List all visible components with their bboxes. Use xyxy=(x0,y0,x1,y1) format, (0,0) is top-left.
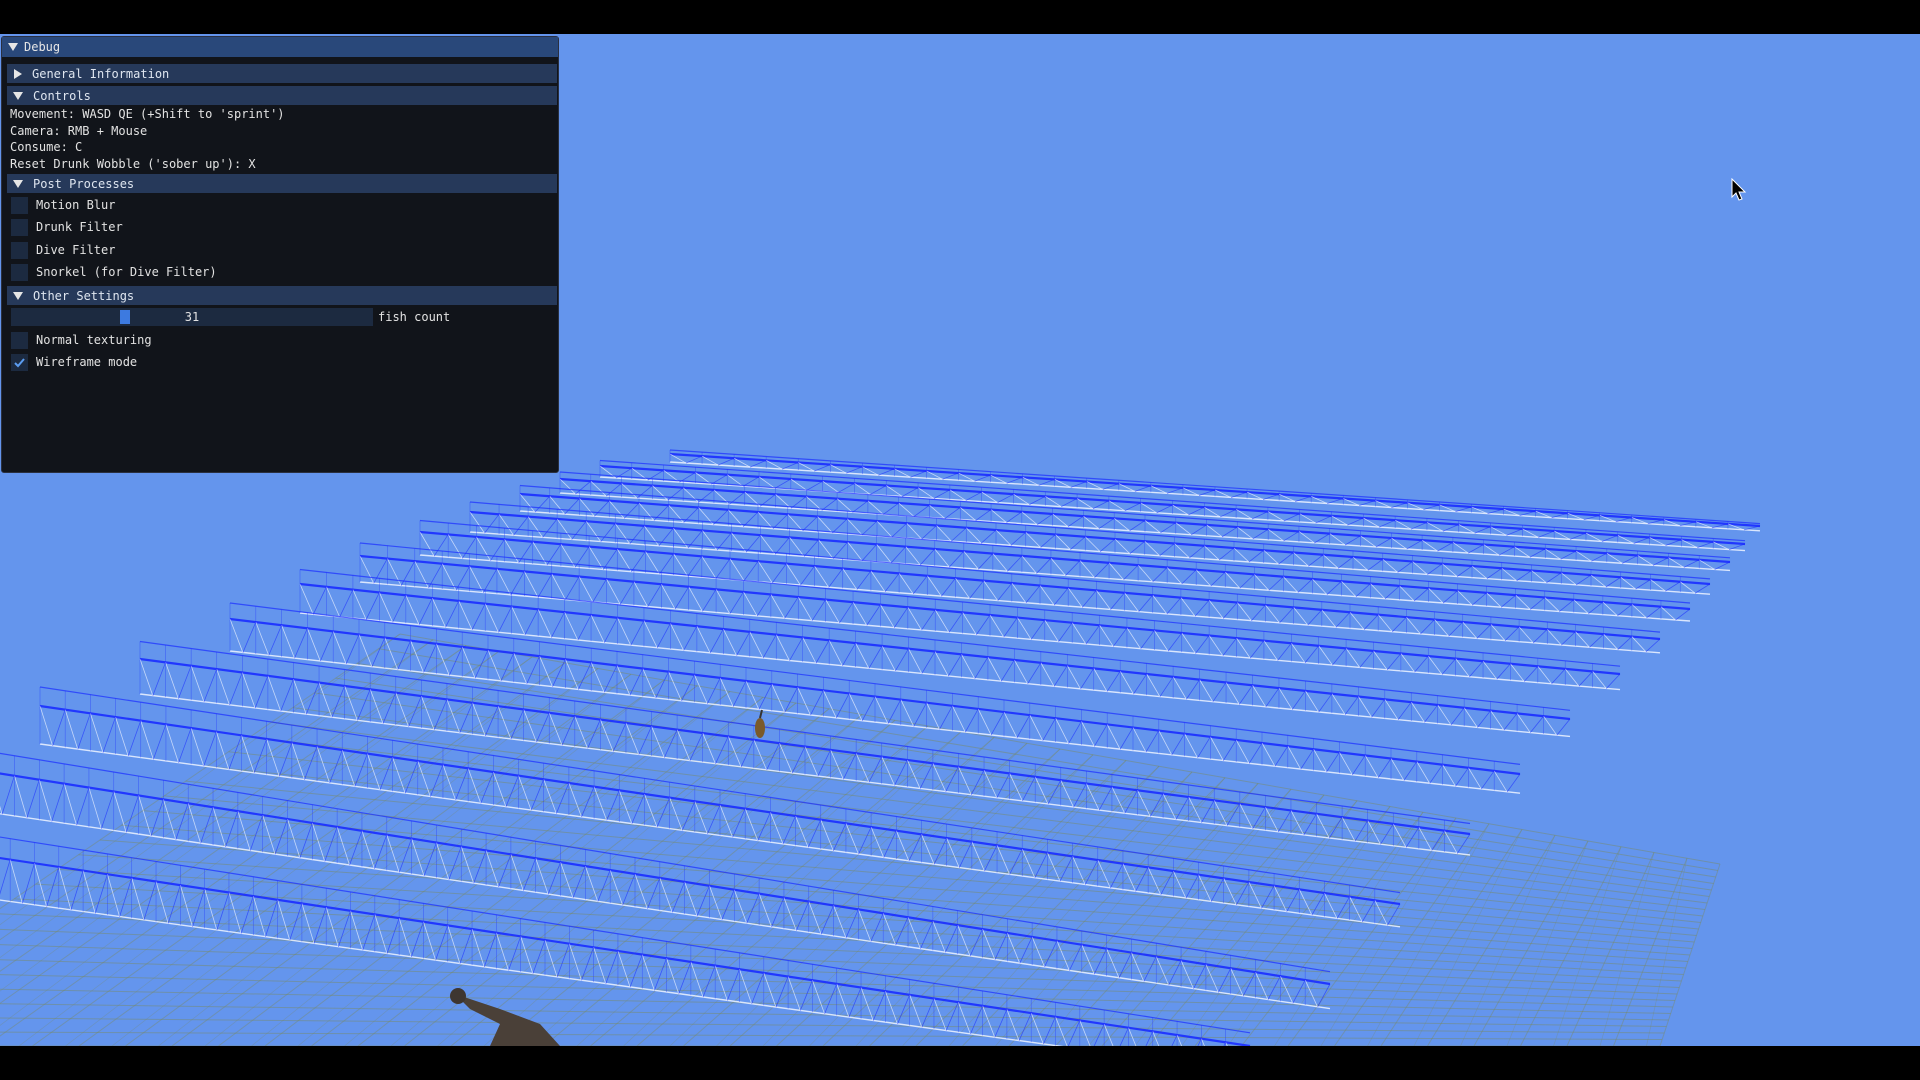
header-label: Other Settings xyxy=(33,288,135,303)
mouse-cursor-icon xyxy=(1731,178,1747,201)
header-label: Post Processes xyxy=(33,176,135,191)
motion-blur-checkbox[interactable]: Motion Blur xyxy=(11,196,115,214)
checkbox-label: Normal texturing xyxy=(36,333,152,347)
collapse-arrow-icon xyxy=(13,179,23,188)
checkmark-icon xyxy=(14,357,25,367)
debug-window[interactable]: Debug General Information Controls Movem… xyxy=(1,36,559,473)
slider-value: 31 xyxy=(184,310,200,324)
checkbox-box[interactable] xyxy=(11,353,28,371)
collapse-arrow-icon[interactable] xyxy=(8,43,18,51)
fish-model xyxy=(755,709,765,738)
checkbox-box[interactable] xyxy=(11,241,28,259)
controls-movement-text: Movement: WASD QE (+Shift to 'sprint') xyxy=(10,107,285,121)
expand-arrow-icon xyxy=(14,68,22,79)
controls-reset-text: Reset Drunk Wobble ('sober up'): X xyxy=(10,157,256,171)
drunk-filter-checkbox[interactable]: Drunk Filter xyxy=(11,218,123,236)
header-label: General Information xyxy=(32,66,170,81)
checkbox-label: Snorkel (for Dive Filter) xyxy=(36,265,217,279)
wireframe-mode-checkbox[interactable]: Wireframe mode xyxy=(11,353,137,371)
checkbox-label: Wireframe mode xyxy=(36,355,138,369)
checkbox-label: Drunk Filter xyxy=(36,220,123,234)
header-post-processes[interactable]: Post Processes xyxy=(7,174,557,193)
debug-window-title: Debug xyxy=(24,40,61,54)
controls-consume-text: Consume: C xyxy=(10,140,83,154)
snorkel-checkbox[interactable]: Snorkel (for Dive Filter) xyxy=(11,263,217,281)
normal-texturing-checkbox[interactable]: Normal texturing xyxy=(11,331,152,349)
fish-count-label: fish count xyxy=(378,310,451,324)
collapse-arrow-icon xyxy=(13,291,23,300)
checkbox-label: Dive Filter xyxy=(36,243,116,257)
checkbox-box[interactable] xyxy=(11,218,28,236)
controls-camera-text: Camera: RMB + Mouse xyxy=(10,124,148,138)
debug-window-titlebar[interactable]: Debug xyxy=(2,37,558,57)
header-other-settings[interactable]: Other Settings xyxy=(7,286,557,305)
checkbox-box[interactable] xyxy=(11,263,28,281)
checkbox-box[interactable] xyxy=(11,331,28,349)
fish-count-slider[interactable]: 31 xyxy=(11,308,373,326)
collapse-arrow-icon xyxy=(13,91,23,100)
header-controls[interactable]: Controls xyxy=(7,86,557,105)
checkbox-box[interactable] xyxy=(11,196,28,214)
header-general-information[interactable]: General Information xyxy=(7,64,557,83)
checkbox-label: Motion Blur xyxy=(36,198,116,212)
header-label: Controls xyxy=(33,88,91,103)
dive-filter-checkbox[interactable]: Dive Filter xyxy=(11,241,115,259)
